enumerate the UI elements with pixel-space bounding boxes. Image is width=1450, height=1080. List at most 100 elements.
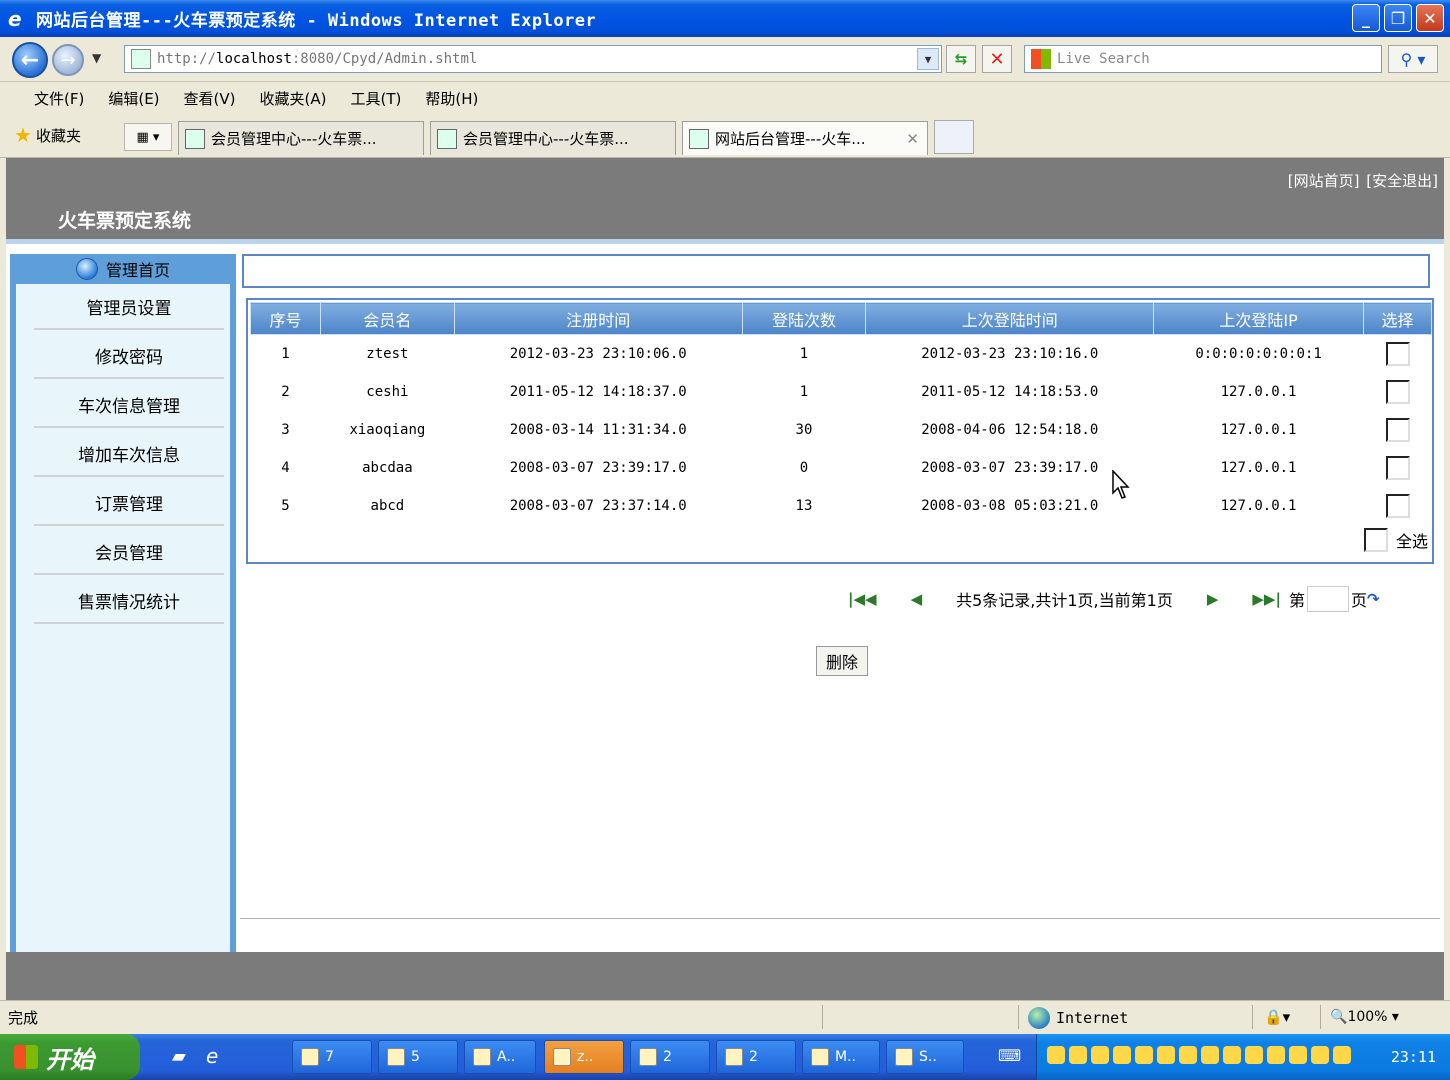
cell — [1364, 335, 1432, 373]
task-folders[interactable]: 7 — [292, 1040, 372, 1074]
search-button[interactable]: ⚲ ▾ — [1388, 45, 1438, 73]
new-tab-button[interactable] — [934, 120, 974, 154]
sidebar-item-train-info[interactable]: 车次信息管理 — [34, 382, 224, 428]
logout-link[interactable]: [安全退出] — [1366, 172, 1438, 190]
tray-icon[interactable] — [1047, 1046, 1065, 1064]
tray-icon[interactable] — [1091, 1046, 1109, 1064]
tray-icon[interactable] — [1267, 1046, 1285, 1064]
row-checkbox[interactable] — [1385, 417, 1410, 442]
status-separator — [1018, 1005, 1019, 1029]
close-window-button[interactable]: ✕ — [1416, 4, 1444, 32]
table-row: 3 xiaoqiang 2008-03-14 11:31:34.0 30 200… — [251, 411, 1432, 449]
address-dropdown-icon[interactable]: ▼ — [917, 48, 939, 70]
tray-icon[interactable] — [1311, 1046, 1329, 1064]
cell: 2008-03-14 11:31:34.0 — [509, 421, 687, 438]
task-qq-1[interactable]: 2 — [630, 1040, 710, 1074]
sidebar-item-booking[interactable]: 订票管理 — [34, 480, 224, 526]
quick-tabs-button[interactable]: ▦ ▾ — [124, 123, 172, 151]
select-all-checkbox[interactable] — [1363, 528, 1388, 552]
go-page-icon[interactable]: ↷ — [1367, 590, 1380, 608]
globe-icon — [75, 258, 98, 280]
col-username: 会员名 — [319, 302, 455, 335]
task-dreamweaver[interactable]: A.. — [464, 1040, 536, 1074]
web-page: [网站首页] [安全退出] 火车票预定系统 管理首页 管理员设置 修改密码 车次… — [6, 158, 1444, 1000]
col-select: 选择 — [1363, 302, 1432, 335]
cell: 0:0:0:0:0:0:0:1 — [1195, 345, 1322, 362]
tab-admin-active[interactable]: 网站后台管理---火车... ✕ — [682, 121, 928, 155]
protected-mode-icon[interactable]: 🔒▾ — [1264, 1008, 1290, 1026]
url-rest: :8080/Cpyd/Admin.shtml — [291, 51, 478, 67]
sidebar-item-add-train[interactable]: 增加车次信息 — [34, 431, 224, 477]
status-bar: 完成 Internet 🔒▾ 🔍100% ▾ — [0, 1000, 1450, 1033]
cell: 127.0.0.1 — [1220, 383, 1297, 400]
task-z[interactable]: z.. — [544, 1040, 624, 1074]
refresh-button[interactable]: ⇆ — [946, 45, 976, 73]
address-bar[interactable]: http://localhost:8080/Cpyd/Admin.shtml ▼ — [124, 45, 942, 73]
ie-quicklaunch-icon[interactable]: e — [206, 1044, 218, 1068]
forward-button[interactable]: → — [52, 44, 84, 76]
security-zone[interactable]: Internet — [1028, 1007, 1128, 1029]
url-host: localhost — [216, 51, 292, 67]
tray-icon[interactable] — [1157, 1046, 1175, 1064]
tab-member-center-1[interactable]: 会员管理中心---火车票... — [178, 121, 424, 155]
menu-tools[interactable]: 工具(T) — [350, 88, 401, 109]
menu-favorites[interactable]: 收藏夹(A) — [260, 88, 327, 109]
close-tab-icon[interactable]: ✕ — [906, 130, 919, 148]
home-link[interactable]: [网站首页] — [1288, 172, 1360, 190]
sidebar-home[interactable]: 管理首页 — [16, 254, 230, 284]
task-ie[interactable]: 5 — [378, 1040, 458, 1074]
window-titlebar: e 网站后台管理---火车票预定系统 - Windows Internet Ex… — [0, 0, 1450, 37]
url-prefix: http:// — [157, 51, 217, 67]
prev-page-icon[interactable]: ◀ — [911, 590, 923, 608]
keyboard-icon[interactable]: ⌨ — [998, 1046, 1021, 1065]
tray-icon[interactable] — [1179, 1046, 1197, 1064]
cell: abcd — [370, 497, 405, 514]
tab-member-center-2[interactable]: 会员管理中心---火车票... — [430, 121, 676, 155]
minimize-button[interactable]: _ — [1352, 4, 1380, 32]
page-number-input[interactable] — [1306, 586, 1349, 612]
col-last-login-ip: 上次登陆IP — [1153, 302, 1364, 335]
maximize-button[interactable]: ❐ — [1384, 4, 1412, 32]
row-checkbox[interactable] — [1385, 341, 1410, 366]
ie-icon — [387, 1048, 405, 1066]
tray-icon[interactable] — [1333, 1046, 1351, 1064]
back-button[interactable]: ← — [12, 42, 48, 78]
delete-button[interactable]: 删除 — [816, 646, 868, 676]
tray-icon[interactable] — [1135, 1046, 1153, 1064]
tray-icon[interactable] — [1201, 1046, 1219, 1064]
folder-quicklaunch-icon[interactable]: ▰ — [172, 1046, 186, 1067]
row-checkbox[interactable] — [1385, 493, 1410, 518]
task-m[interactable]: M.. — [802, 1040, 880, 1074]
sidebar-item-members[interactable]: 会员管理 — [34, 529, 224, 575]
sidebar-item-change-password[interactable]: 修改密码 — [34, 333, 224, 379]
cell — [1364, 449, 1432, 487]
task-s[interactable]: S.. — [886, 1040, 964, 1074]
menu-edit[interactable]: 编辑(E) — [108, 88, 159, 109]
history-dropdown-icon[interactable]: ▼ — [92, 51, 101, 65]
sidebar-item-sales-stats[interactable]: 售票情况统计 — [34, 578, 224, 624]
cell: 127.0.0.1 — [1220, 459, 1297, 476]
sidebar-item-admin-settings[interactable]: 管理员设置 — [34, 284, 224, 330]
last-page-icon[interactable]: ▶▶| — [1252, 590, 1281, 608]
tray-icon[interactable] — [1113, 1046, 1131, 1064]
favorites-button[interactable]: ★ 收藏夹 — [14, 123, 81, 147]
start-button[interactable]: 开始 — [0, 1034, 140, 1080]
first-page-icon[interactable]: |◀◀ — [848, 590, 877, 608]
qq-icon — [725, 1048, 743, 1066]
task-qq-2[interactable]: 2 — [716, 1040, 796, 1074]
stop-button[interactable]: ✕ — [982, 45, 1012, 73]
next-page-icon[interactable]: ▶ — [1207, 590, 1219, 608]
tray-icon[interactable] — [1223, 1046, 1241, 1064]
member-table-box: 序号 会员名 注册时间 登陆次数 上次登陆时间 上次登陆IP 选择 1 ztes… — [246, 298, 1434, 564]
tray-icon[interactable] — [1289, 1046, 1307, 1064]
tray-icon[interactable] — [1245, 1046, 1263, 1064]
row-checkbox[interactable] — [1385, 379, 1410, 404]
search-input[interactable]: Live Search — [1024, 45, 1382, 73]
row-checkbox[interactable] — [1385, 455, 1410, 480]
menu-view[interactable]: 查看(V) — [184, 88, 236, 109]
tray-icon[interactable] — [1069, 1046, 1087, 1064]
cell: 2012-03-23 23:10:06.0 — [509, 345, 687, 362]
zoom-level[interactable]: 🔍100% ▾ — [1330, 1009, 1399, 1025]
menu-file[interactable]: 文件(F) — [34, 88, 84, 109]
menu-help[interactable]: 帮助(H) — [425, 88, 478, 109]
